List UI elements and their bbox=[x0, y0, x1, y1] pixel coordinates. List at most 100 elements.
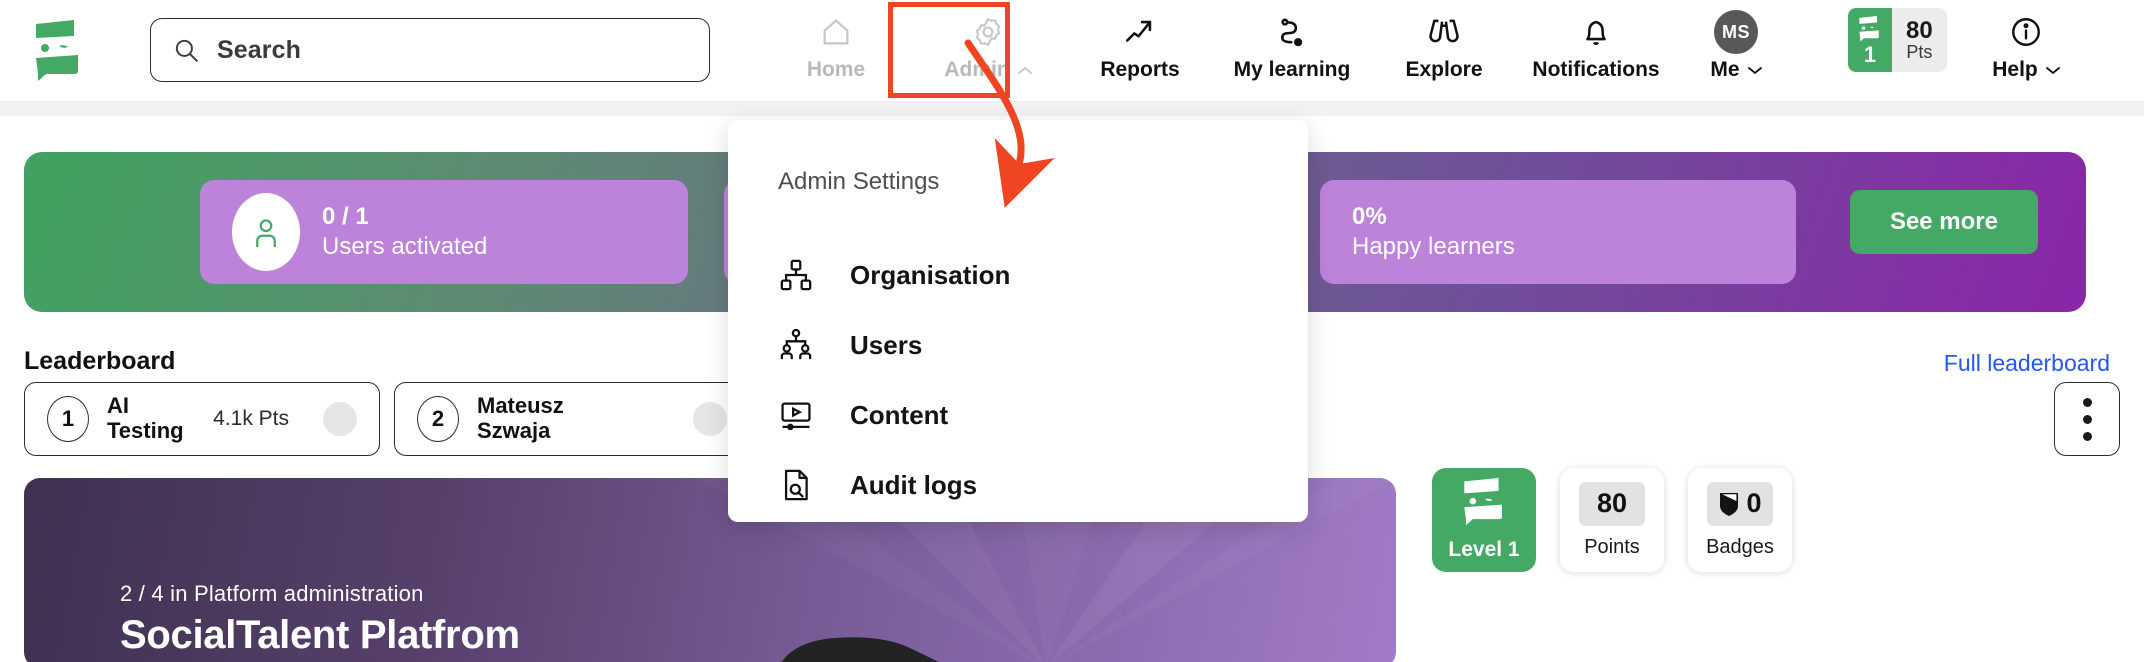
banner-card-value: 0% bbox=[1352, 203, 1387, 230]
nav-label-notifications: Notifications bbox=[1532, 58, 1660, 81]
nav-item-help[interactable]: Help bbox=[1950, 0, 2102, 102]
users-group-icon bbox=[778, 327, 814, 363]
person-silhouette bbox=[781, 637, 939, 662]
home-icon bbox=[819, 12, 853, 52]
document-search-icon bbox=[778, 467, 814, 503]
avatar: MS bbox=[1714, 10, 1758, 54]
primary-nav-items: Home Admin Reports My learning Explore N… bbox=[760, 0, 1800, 102]
nav-label-admin: Admin bbox=[944, 58, 1032, 82]
stat-card-badges[interactable]: 0 Badges bbox=[1688, 468, 1792, 572]
leaderboard-avatar bbox=[693, 402, 727, 436]
leaderboard-row[interactable]: 2 Mateusz Szwaja bbox=[394, 382, 750, 456]
points-badge-level-value: 1 bbox=[1863, 42, 1877, 67]
dropdown-item-label: Audit logs bbox=[850, 469, 978, 500]
course-progress: 2 / 4 in Platform administration bbox=[120, 581, 424, 606]
nav-item-admin[interactable]: Admin bbox=[912, 0, 1064, 102]
banner-card-label: Happy learners bbox=[1352, 233, 1515, 260]
nav-label-explore: Explore bbox=[1405, 58, 1483, 81]
banner-card-text: 0% Happy learners bbox=[1352, 202, 1515, 262]
bell-icon bbox=[1579, 12, 1613, 52]
nav-label-admin-text: Admin bbox=[944, 58, 1010, 81]
leaderboard-rank: 2 bbox=[417, 396, 459, 442]
app-root: Search Home Admin Reports My learning Ex… bbox=[0, 0, 2144, 662]
dropdown-item-users[interactable]: Users bbox=[778, 310, 1258, 380]
leaderboard-title: Leaderboard bbox=[24, 347, 176, 375]
leaderboard-rank: 1 bbox=[47, 396, 89, 442]
learning-path-icon bbox=[1275, 12, 1309, 52]
info-circle-icon bbox=[2009, 12, 2043, 52]
stat-card-chip: 0 bbox=[1707, 481, 1773, 526]
nav-item-my-learning[interactable]: My learning bbox=[1216, 0, 1368, 102]
nav-label-reports: Reports bbox=[1100, 58, 1180, 81]
nav-item-home[interactable]: Home bbox=[760, 0, 912, 102]
org-chart-icon bbox=[778, 257, 814, 293]
nav-label-me-text: Me bbox=[1710, 58, 1740, 81]
stat-card-label: Badges bbox=[1706, 535, 1774, 558]
shield-badge-icon bbox=[1720, 492, 1739, 516]
chevron-up-icon bbox=[1017, 66, 1032, 74]
binoculars-icon bbox=[1426, 12, 1462, 52]
chevron-down-icon bbox=[1747, 66, 1762, 74]
gamification-stats: Level 1 80 Points 0 Badges bbox=[1432, 468, 1792, 572]
leaderboard-avatar bbox=[323, 402, 357, 436]
stat-card-points[interactable]: 80 Points bbox=[1560, 468, 1664, 572]
speech-bubble-face-logo-icon bbox=[36, 20, 78, 81]
chevron-down-icon bbox=[2045, 66, 2060, 74]
leaderboard-more-button[interactable] bbox=[2054, 382, 2120, 456]
nav-label-home: Home bbox=[806, 58, 866, 81]
stat-card-label: Level 1 bbox=[1448, 538, 1520, 561]
speech-bubble-face-logo-icon bbox=[1859, 16, 1879, 42]
banner-card-users-activated[interactable]: 0 / 1 Users activated bbox=[200, 180, 688, 284]
leaderboard-points: 4.1k Pts bbox=[213, 407, 289, 430]
search-icon bbox=[175, 39, 198, 62]
nav-item-reports[interactable]: Reports bbox=[1064, 0, 1216, 102]
dropdown-item-label: Organisation bbox=[850, 259, 1011, 290]
nav-item-me[interactable]: MS Me bbox=[1672, 0, 1800, 102]
leaderboard-row[interactable]: 1 AI Testing 4.1k Pts bbox=[24, 382, 380, 456]
nav-item-explore[interactable]: Explore bbox=[1368, 0, 1520, 102]
page-top-strip bbox=[0, 102, 2144, 116]
person-avatar-icon bbox=[232, 193, 300, 271]
stat-card-level[interactable]: Level 1 bbox=[1432, 468, 1536, 572]
banner-card-text: 0 / 1 Users activated bbox=[322, 202, 487, 262]
stat-card-value: 0 bbox=[1746, 488, 1762, 518]
see-more-button[interactable]: See more bbox=[1849, 190, 2038, 254]
nav-label-my-learning: My learning bbox=[1233, 58, 1351, 81]
course-title: SocialTalent Platfrom bbox=[120, 613, 520, 657]
dropdown-item-label: Users bbox=[850, 329, 923, 360]
banner-card-value: 0 / 1 bbox=[322, 203, 369, 230]
points-badge-level: 1 bbox=[1848, 8, 1892, 72]
nav-label-help: Help bbox=[1992, 58, 2060, 82]
dropdown-item-audit-logs[interactable]: Audit logs bbox=[778, 450, 1258, 520]
banner-card-label: Users activated bbox=[322, 233, 488, 260]
course-card-text: 2 / 4 in Platform administration SocialT… bbox=[120, 577, 520, 660]
nav-label-help-text: Help bbox=[1992, 58, 2038, 81]
search-input[interactable]: Search bbox=[150, 18, 710, 82]
avatar-initials: MS bbox=[1714, 10, 1758, 54]
leaderboard-name: Mateusz Szwaja bbox=[477, 393, 564, 443]
gear-icon bbox=[971, 12, 1005, 52]
kebab-menu-icon bbox=[2082, 431, 2092, 441]
full-leaderboard-link[interactable]: Full leaderboard bbox=[1944, 350, 2110, 377]
dropdown-item-organisation[interactable]: Organisation bbox=[778, 240, 1258, 310]
kebab-menu-icon bbox=[2082, 397, 2092, 407]
dropdown-item-content[interactable]: Content bbox=[778, 380, 1258, 450]
leaderboard-name: AI Testing bbox=[107, 393, 184, 443]
brand-logo[interactable] bbox=[28, 18, 90, 82]
kebab-menu-icon bbox=[2082, 414, 2092, 424]
speech-bubble-face-logo-icon bbox=[1464, 478, 1502, 526]
trend-arrow-icon bbox=[1123, 12, 1157, 52]
stat-card-chip: 80 bbox=[1579, 481, 1645, 526]
points-badge-points: 80 Pts bbox=[1892, 8, 1947, 72]
admin-settings-dropdown: Admin Settings Organisation Users Conten… bbox=[728, 120, 1308, 522]
video-player-icon bbox=[778, 397, 814, 433]
stat-card-value: 80 bbox=[1596, 488, 1628, 518]
points-badge[interactable]: 1 80 Pts bbox=[1848, 8, 1947, 72]
stat-card-label: Points bbox=[1584, 535, 1640, 558]
top-navigation-bar: Search Home Admin Reports My learning Ex… bbox=[0, 0, 2144, 102]
points-badge-value: 80 bbox=[1906, 16, 1933, 44]
nav-item-notifications[interactable]: Notifications bbox=[1520, 0, 1672, 102]
nav-label-me: Me bbox=[1710, 58, 1762, 82]
banner-card-happy-learners[interactable]: 0% Happy learners bbox=[1320, 180, 1796, 284]
dropdown-items: Organisation Users Content Audit logs bbox=[778, 240, 1258, 520]
